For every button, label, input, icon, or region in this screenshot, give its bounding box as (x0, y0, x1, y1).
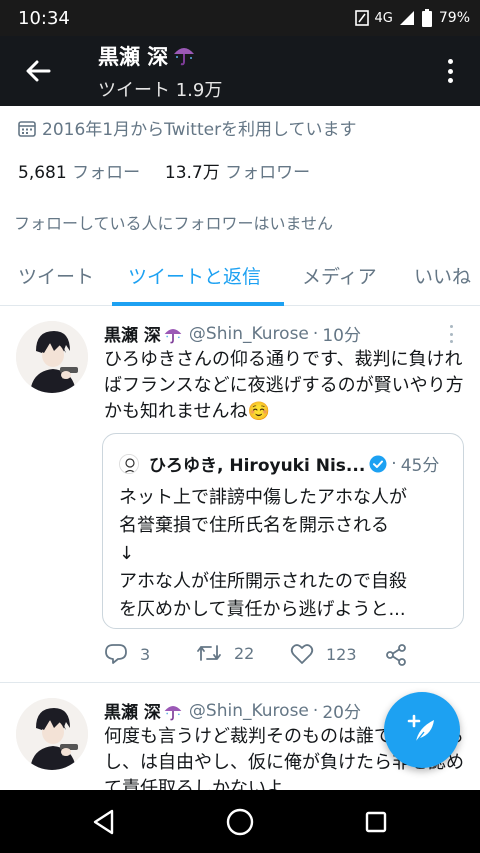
nav-back-button[interactable] (88, 806, 120, 838)
joined-text: 2016年1月からTwitterを利用しています (42, 120, 357, 140)
system-navigation-bar (0, 790, 480, 853)
following-link[interactable]: 5,681 フォロー (18, 163, 145, 183)
status-bar: 10:34 4G 79% (0, 0, 480, 36)
tweet-item[interactable]: 黒瀬 深 @Shin_Kurose · 10分 ひろゆきさんの仰る通りです、裁判… (0, 307, 480, 683)
more-options-button[interactable] (440, 55, 460, 87)
more-dot (447, 68, 453, 74)
network-label: 4G (374, 10, 393, 26)
author-handle: @Shin_Kurose (188, 700, 309, 721)
status-icons: 4G 79% (354, 9, 470, 27)
umbrella-emoji-icon (172, 42, 196, 71)
active-tab-indicator (112, 302, 284, 306)
profile-tabs: ツイート ツイートと返信 メディア いいね (0, 248, 480, 306)
reply-button[interactable]: 3 (104, 643, 150, 665)
tab-media[interactable]: メディア (302, 262, 377, 289)
heart-icon (290, 644, 314, 664)
battery-percent: 79% (438, 10, 470, 26)
retweet-count: 22 (234, 643, 255, 663)
quote-author-name: ひろゆき, Hiroyuki Nis... (149, 456, 366, 476)
reply-icon (105, 644, 127, 664)
signal-icon (399, 10, 415, 26)
retweet-button[interactable]: 22 (196, 643, 254, 663)
retweet-icon (197, 645, 221, 661)
tweet-count: ツイート 1.9万 (98, 80, 223, 101)
follow-stats: 5,681 フォロー 13.7万 フォロワー (18, 158, 310, 183)
quote-header: ひろゆき, Hiroyuki Nis... · 45分 (119, 451, 439, 476)
square-recents-icon (365, 811, 387, 833)
nfc-icon (354, 10, 369, 26)
quote-time: 45分 (400, 456, 440, 476)
following-count: 5,681 (18, 163, 67, 183)
separator: · (312, 323, 319, 344)
umbrella-emoji-icon (163, 701, 183, 721)
verified-badge-icon (369, 455, 387, 473)
arrow-left-icon (26, 60, 51, 82)
tab-tweets[interactable]: ツイート (18, 262, 94, 289)
avatar[interactable] (16, 321, 88, 393)
share-button[interactable] (384, 643, 408, 667)
mutual-followers-note: フォローしている人にフォロワーはいません (14, 214, 334, 233)
separator: · (312, 700, 319, 721)
tab-likes[interactable]: いいね (414, 262, 471, 289)
header-name: 黒瀬 深 (98, 45, 169, 69)
quote-text: ネット上で誹謗中傷したアホな人が 名誉棄損で住所氏名を開示される ↓ アホな人が… (119, 487, 407, 620)
author-name[interactable]: 黒瀬 深 (104, 321, 161, 346)
more-dot (450, 340, 453, 343)
tweet-menu-button[interactable] (450, 325, 456, 343)
quote-separator: · (391, 453, 397, 474)
back-button[interactable] (18, 53, 58, 89)
umbrella-emoji-icon (163, 324, 183, 344)
tweet-text: ひろゆきさんの仰る通りです、裁判に負ければフランスなどに夜逃げするのが賢いやり方… (104, 349, 464, 422)
avatar[interactable] (16, 698, 88, 770)
like-count: 123 (326, 644, 357, 664)
tweet-actions: 3 22 123 (104, 643, 424, 671)
tab-tweets-and-replies[interactable]: ツイートと返信 (128, 262, 261, 289)
tweet-time: 20分 (322, 703, 361, 723)
joined-date: 2016年1月からTwitterを利用しています (18, 115, 357, 140)
triangle-back-icon (93, 809, 114, 835)
followers-label: フォロワー (225, 163, 311, 183)
nav-recents-button[interactable] (360, 806, 392, 838)
reply-count: 3 (140, 644, 151, 664)
author-name[interactable]: 黒瀬 深 (104, 698, 161, 723)
nav-home-button[interactable] (224, 806, 256, 838)
tweet-header: 黒瀬 深 @Shin_Kurose · 10分 (104, 321, 361, 347)
author-handle: @Shin_Kurose (188, 323, 309, 344)
battery-icon (421, 9, 433, 27)
more-dot (447, 78, 453, 83)
quoted-tweet[interactable]: ひろゆき, Hiroyuki Nis... · 45分 ネット上で誹謗中傷したア… (102, 433, 464, 629)
calendar-icon (18, 120, 36, 137)
like-button[interactable]: 123 (290, 643, 357, 665)
header-title: 黒瀬 深 (98, 41, 196, 71)
profile-header: 黒瀬 深 ツイート 1.9万 (0, 36, 480, 106)
tweet-time: 10分 (322, 326, 361, 346)
compose-icon (407, 714, 434, 743)
status-time: 10:34 (18, 7, 70, 29)
followers-link[interactable]: 13.7万 フォロワー (165, 163, 310, 183)
tweet-header: 黒瀬 深 @Shin_Kurose · 20分 (104, 698, 361, 724)
more-vertical-icon (450, 325, 453, 328)
more-vertical-icon (447, 59, 453, 64)
followers-count: 13.7万 (164, 163, 220, 183)
more-dot (450, 332, 453, 336)
compose-tweet-button[interactable] (384, 692, 460, 768)
quote-avatar (119, 453, 139, 474)
following-label: フォロー (72, 163, 141, 183)
share-icon (386, 644, 406, 666)
circle-home-icon (226, 808, 254, 836)
